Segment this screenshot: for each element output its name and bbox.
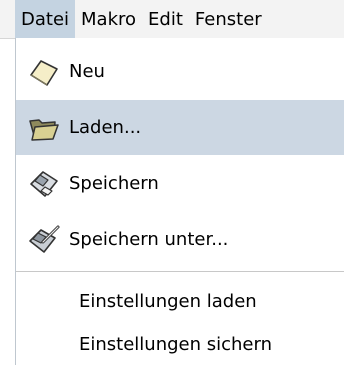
menu-item-neu[interactable]: Neu [16,44,344,99]
menu-item-label: Einstellungen sichern [79,334,272,355]
application-window: Datei Makro Edit Fenster Neu Laden... Sp… [0,0,344,365]
menu-item-laden[interactable]: Laden... [16,100,344,155]
menu-item-speichern-unter[interactable]: Speichern unter... [16,212,344,267]
save-disk-icon [26,166,62,202]
open-folder-icon [26,110,62,146]
menu-edit[interactable]: Edit [142,0,189,38]
menu-item-label: Neu [69,61,105,82]
menu-item-label: Speichern unter... [69,229,229,250]
new-document-icon [26,54,62,90]
save-as-icon [26,222,62,258]
menu-datei[interactable]: Datei [15,0,76,38]
menu-item-speichern[interactable]: Speichern [16,156,344,211]
menu-item-label: Speichern [69,173,159,194]
menu-item-einstellungen-sichern[interactable]: Einstellungen sichern [16,317,344,365]
menu-makro[interactable]: Makro [75,0,142,38]
menu-item-label: Einstellungen laden [79,291,257,312]
menu-separator [16,271,344,272]
menu-bar: Datei Makro Edit Fenster [0,0,344,39]
datei-dropdown-menu: Neu Laden... Speichern Speichern unter..… [15,38,344,365]
menu-fenster[interactable]: Fenster [189,0,268,38]
menu-item-label: Laden... [69,117,142,138]
